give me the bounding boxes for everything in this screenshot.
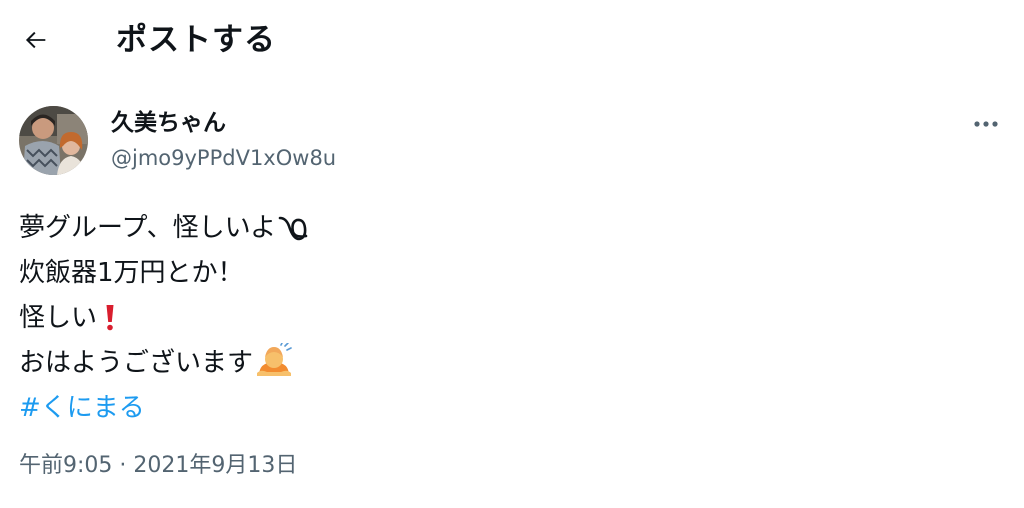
tweet-line: おはようございます <box>19 341 979 386</box>
page-title: ポストする <box>116 22 276 58</box>
red-exclamation-icon <box>106 305 114 331</box>
tweet-line: 夢グループ、怪しいよ <box>19 206 979 251</box>
tweet-line: 怪しい <box>19 296 979 341</box>
tweet-date-link[interactable]: 2021年9月13日 <box>133 453 297 478</box>
avatar[interactable] <box>19 106 88 175</box>
profile-photo <box>19 106 88 175</box>
tweet-line: 炊飯器1万円とか！ <box>19 258 244 288</box>
tweet-text: 夢グループ、怪しいよ 炊飯器1万円とか！ 怪しい おはようございます #くにまる <box>19 206 979 431</box>
user-handle[interactable]: @jmo9yPPdV1xOw8u <box>111 142 336 174</box>
tweet-timestamp: 午前9:05 · 2021年9月13日 <box>19 449 297 483</box>
top-bar: ポストする <box>0 0 1024 80</box>
arrow-left-icon <box>25 31 46 49</box>
more-horizontal-icon <box>974 121 998 127</box>
display-name[interactable]: 久美ちゃん <box>111 106 226 140</box>
tweet-time-link[interactable]: 午前9:05 <box>19 453 112 478</box>
back-button[interactable] <box>14 18 58 62</box>
person-bowing-icon <box>257 343 292 376</box>
hashtag-link[interactable]: #くにまる <box>19 386 979 431</box>
more-options-button[interactable] <box>966 106 1006 142</box>
curly-loop-icon <box>278 216 308 241</box>
timestamp-separator: · <box>112 453 134 478</box>
